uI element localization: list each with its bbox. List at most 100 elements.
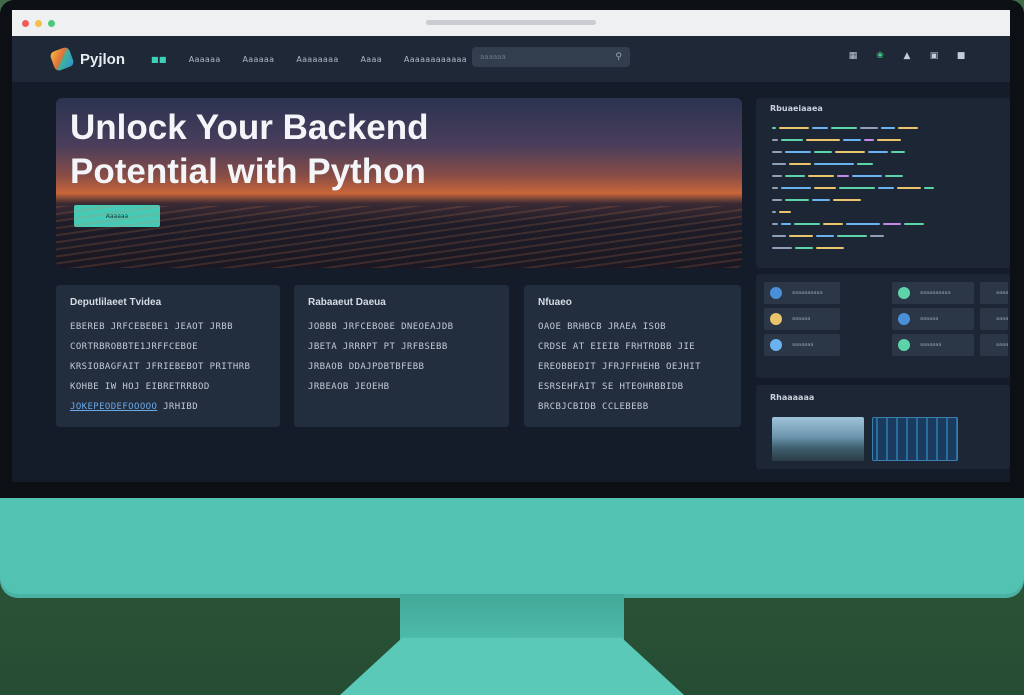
code-token <box>835 151 865 153</box>
nav-link-5[interactable]: Aaaaaaaaaaaa <box>404 55 467 64</box>
media-panel-title: Rhaaaaaa <box>770 393 815 402</box>
code-token <box>904 223 924 225</box>
card-line: JBETA JRRRPT PT JRFBSEBB <box>308 342 448 352</box>
code-token <box>833 199 861 201</box>
tool-tile-python[interactable]: aaaaaaaaaa <box>764 282 840 304</box>
code-token <box>789 235 813 237</box>
tool-icon <box>770 313 782 325</box>
code-token <box>781 223 791 225</box>
card-title: Deputlilaeet Tvidea <box>70 297 162 308</box>
maximize-window-button[interactable] <box>48 19 55 27</box>
code-token <box>772 187 778 189</box>
code-token <box>789 163 811 165</box>
hero-cta-button[interactable]: Aaaaaa <box>74 205 160 227</box>
code-token <box>881 127 895 129</box>
tool-tile-extra[interactable]: aaaa <box>980 334 1008 356</box>
leaf-icon[interactable]: ❀ <box>875 51 885 61</box>
tool-tile-python[interactable]: aaaaaaa <box>764 334 840 356</box>
code-token <box>779 211 791 213</box>
code-token <box>785 199 809 201</box>
tool-icon <box>898 339 910 351</box>
code-token <box>814 187 836 189</box>
tool-tile-label: aaaaaaa <box>792 342 814 348</box>
card-line: JRBEAOB JEOEHB <box>308 382 390 392</box>
media-panel: Rhaaaaaa <box>756 385 1010 469</box>
code-editor[interactable] <box>772 122 934 254</box>
search-placeholder: aaaaaa <box>480 53 506 61</box>
tool-tile-label: aaaaaaaaaa <box>792 290 823 296</box>
nav-link-home[interactable]: ■■ <box>151 55 167 64</box>
search-icon[interactable]: ⚲ <box>615 52 622 62</box>
code-token <box>852 175 882 177</box>
lock-icon[interactable]: ▣ <box>929 51 939 61</box>
tool-tile-extra[interactable]: aaaa <box>980 282 1008 304</box>
tools-panel: aaaaaaaaaa aaaaaaaaaa aaaa aaaaaa aaaaaa aaaa… <box>756 274 1010 378</box>
code-token <box>878 187 894 189</box>
card-title: Nfuaeo <box>538 297 572 308</box>
nav-link-3[interactable]: Aaaaaaaa <box>296 55 338 64</box>
tool-tile-label: aaaaaa <box>792 316 811 322</box>
minimize-window-button[interactable] <box>35 19 42 27</box>
code-token <box>772 199 782 201</box>
video-thumbnail-ocean[interactable] <box>772 417 864 461</box>
monitor-stand-base <box>340 638 684 695</box>
code-token <box>898 127 918 129</box>
nav-link-1[interactable]: Aaaaaa <box>189 55 221 64</box>
code-line <box>772 122 934 134</box>
code-token <box>816 235 834 237</box>
video-thumbnail-code[interactable] <box>872 417 958 461</box>
code-line <box>772 206 934 218</box>
tool-icon <box>770 339 782 351</box>
card-line: OAOE BRHBCB JRAEA ISOB <box>538 322 667 332</box>
address-bar[interactable] <box>426 20 596 25</box>
tool-tile-docker[interactable]: aaaaaaa <box>892 334 974 356</box>
code-line <box>772 230 934 242</box>
card-line: JOBBB JRFCEBOBE DNEOEAJDB <box>308 322 454 332</box>
brand-logo[interactable]: Pyjlon <box>49 46 125 72</box>
feature-card[interactable]: Nfuaeo OAOE BRHBCB JRAEA ISOB CRDSE AT E… <box>524 285 741 427</box>
code-token <box>860 127 878 129</box>
feature-card[interactable]: Deputlilaeet Tvidea EBEREB JRFCEBEBE1 JE… <box>56 285 280 427</box>
bell-icon[interactable]: ▲ <box>902 51 912 61</box>
code-token <box>877 139 901 141</box>
card-title: Rabaaeut Daeua <box>308 297 386 308</box>
code-token <box>883 223 901 225</box>
code-token <box>843 139 861 141</box>
nav-links: ■■ Aaaaaa Aaaaaa Aaaaaaaa Aaaa Aaaaaaaaa… <box>151 55 467 64</box>
code-line <box>772 146 934 158</box>
code-line <box>772 242 934 254</box>
tool-icon <box>898 287 910 299</box>
hero-title: Unlock Your Backend Potential with Pytho… <box>70 108 429 191</box>
nav-icons: ▦ ❀ ▲ ▣ ■ <box>848 51 966 61</box>
code-token <box>808 175 834 177</box>
card-line: CRDSE AT EIEIB FRHTRDBB JIE <box>538 342 696 352</box>
card-link[interactable]: JOKEPEODEFOOOOO <box>70 402 157 412</box>
code-token <box>812 199 830 201</box>
tool-tile-python[interactable]: aaaaaa <box>764 308 840 330</box>
tool-tile-extra[interactable]: aaaa <box>980 308 1008 330</box>
nav-link-2[interactable]: Aaaaaa <box>243 55 275 64</box>
code-token <box>816 247 844 249</box>
code-token <box>837 175 849 177</box>
code-token <box>772 151 782 153</box>
feature-card[interactable]: Rabaaeut Daeua JOBBB JRFCEBOBE DNEOEAJDB… <box>294 285 509 427</box>
search-input[interactable]: aaaaaa ⚲ <box>472 47 630 67</box>
card-line: JRBAOB DDAJPDBTBFEBB <box>308 362 425 372</box>
tool-tile-docker[interactable]: aaaaaaaaaa <box>892 282 974 304</box>
tool-tile-label: aaaa <box>996 342 1009 348</box>
tool-icon <box>770 287 782 299</box>
nav-link-4[interactable]: Aaaa <box>361 55 382 64</box>
tool-tile-docker[interactable]: aaaaaa <box>892 308 974 330</box>
tool-tile-label: aaaa <box>996 316 1009 322</box>
user-icon[interactable]: ■ <box>956 51 966 61</box>
code-token <box>857 163 873 165</box>
code-token <box>814 163 854 165</box>
card-line: ESRSEHFAIT SE HTEOHRBBIDB <box>538 382 684 392</box>
grid-icon[interactable]: ▦ <box>848 51 858 61</box>
card-line-tail: JRHIBD <box>163 402 199 412</box>
close-window-button[interactable] <box>22 19 29 27</box>
code-token <box>868 151 888 153</box>
code-token <box>846 223 880 225</box>
code-token <box>870 235 884 237</box>
browser-chrome <box>12 10 1010 36</box>
